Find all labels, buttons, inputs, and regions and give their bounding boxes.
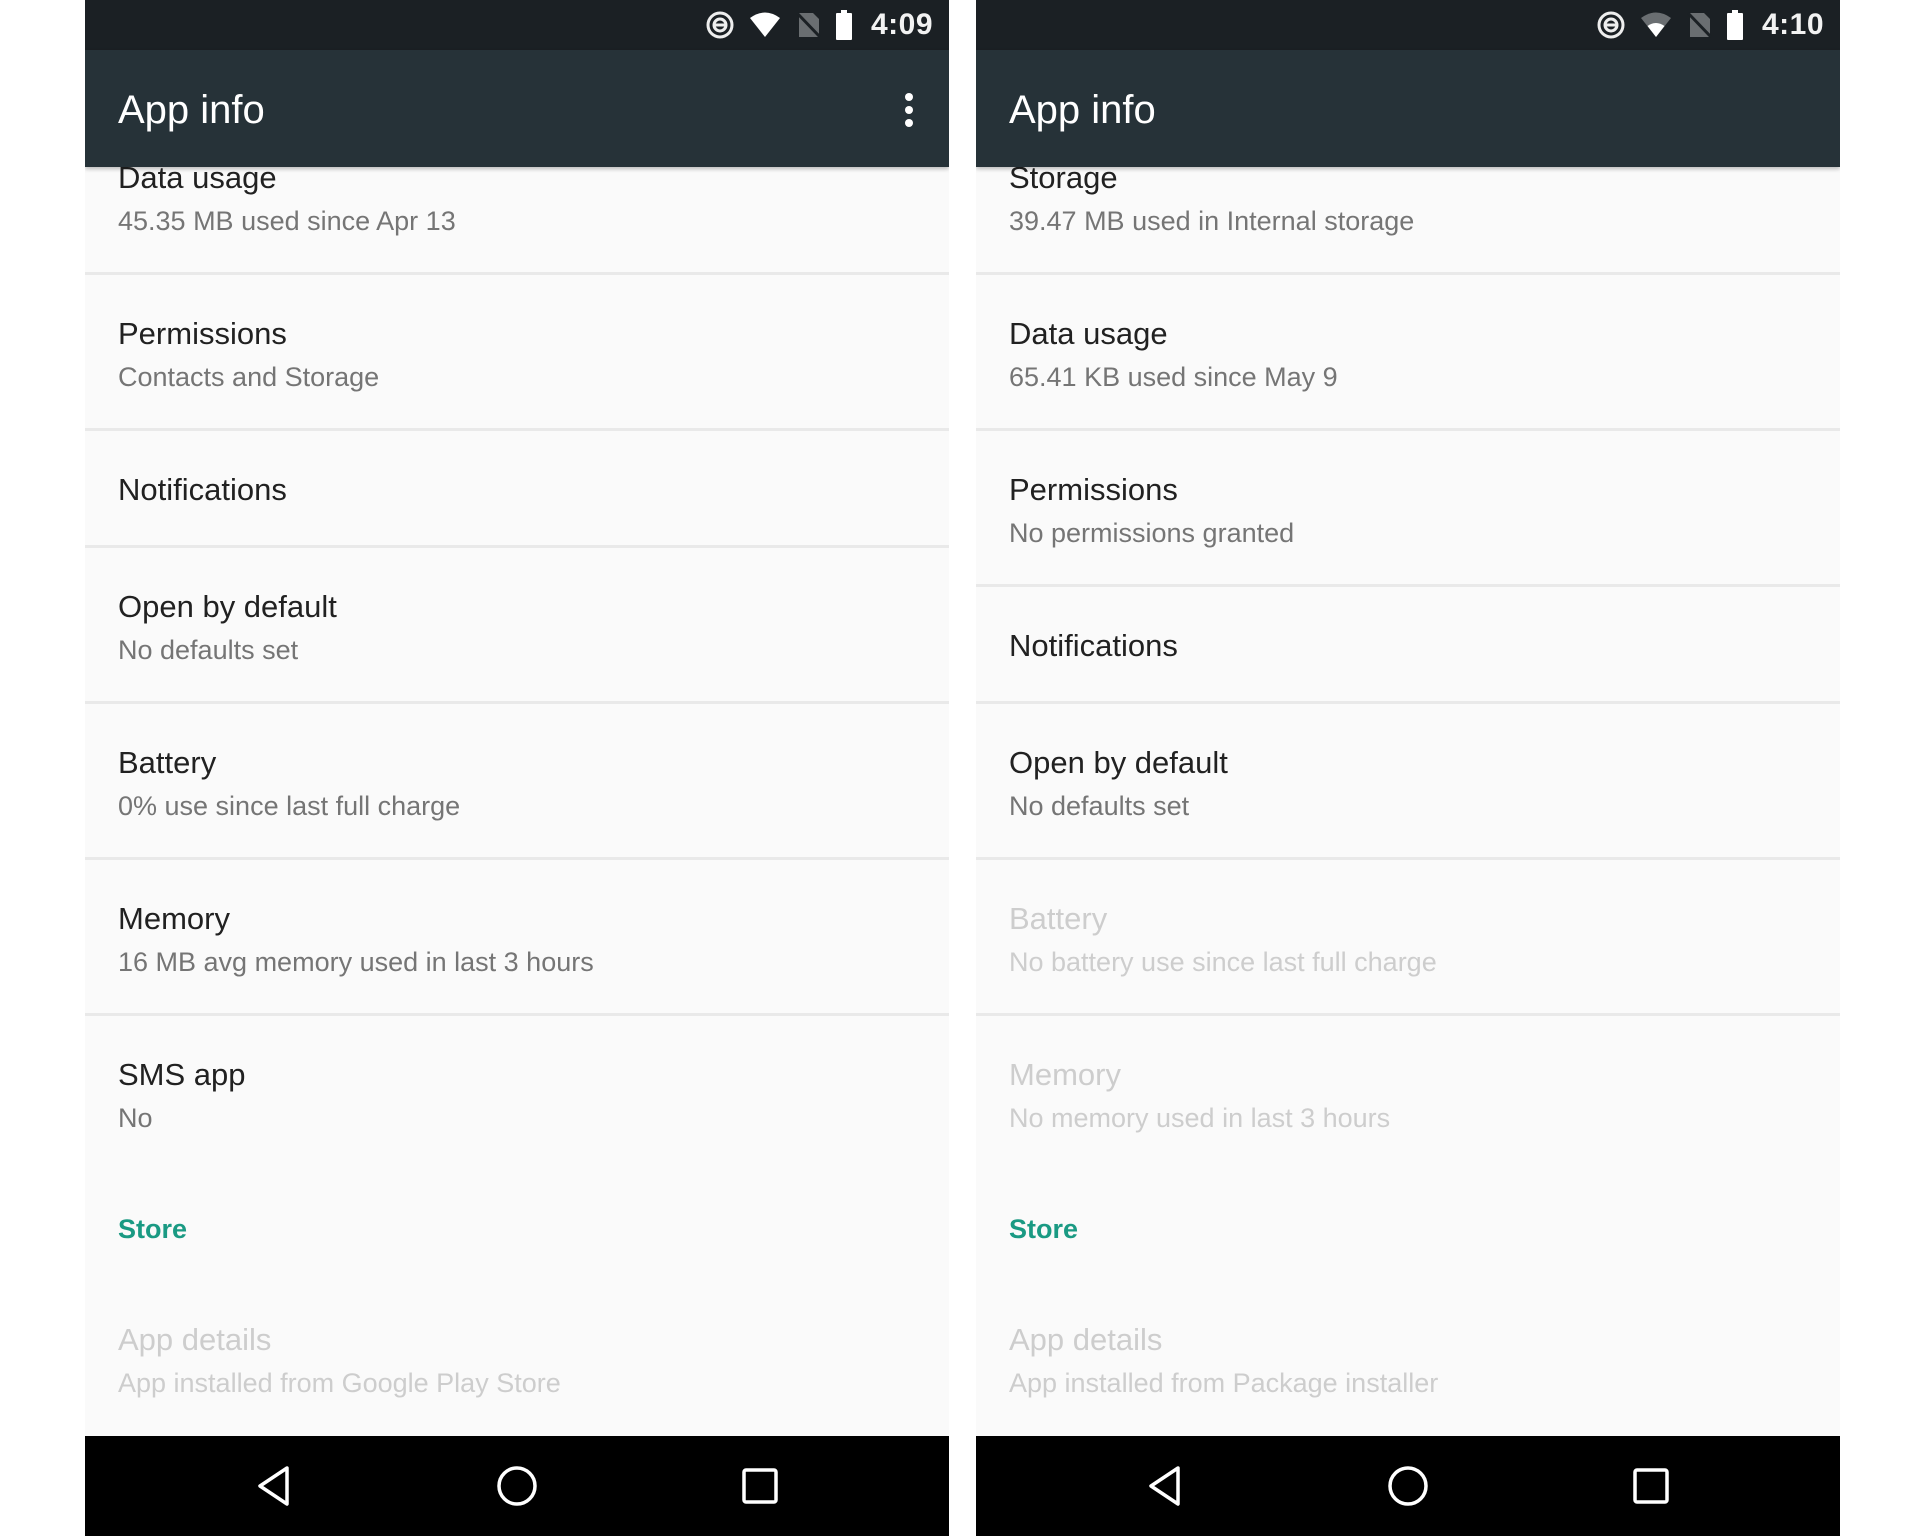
pref-summary: 0% use since last full charge [118,791,461,821]
navigation-bar [976,1436,1840,1536]
pref-summary: No defaults set [1009,791,1190,821]
wifi-icon [1640,11,1672,39]
pref-open-by-default[interactable]: Open by default No defaults set [85,548,949,704]
pref-title: Open by default [1009,745,1228,780]
back-icon [258,1466,289,1506]
pref-notifications[interactable]: Notifications [85,431,949,548]
home-icon [497,1466,537,1506]
pref-memory: Memory No memory used in last 3 hours [976,1016,1840,1172]
category-header-store: Store [85,1172,949,1281]
pref-title: Memory [118,901,230,936]
recents-icon [742,1468,778,1504]
more-options-button[interactable] [891,86,927,134]
home-button[interactable] [1348,1436,1468,1536]
pref-title: Battery [1009,901,1108,936]
category-header-store: Store [976,1172,1840,1281]
pref-permissions[interactable]: Permissions No permissions granted [976,431,1840,587]
navigation-bar [85,1436,949,1536]
pref-summary: Contacts and Storage [118,362,380,392]
back-icon [1149,1466,1180,1506]
status-time: 4:10 [1761,8,1824,41]
pref-title: App details [1009,1322,1163,1357]
pref-data-usage[interactable]: Data usage 45.35 MB used since Apr 13 [85,167,949,275]
pref-title: Open by default [118,589,337,624]
app-info-list[interactable]: Data usage 45.35 MB used since Apr 13 Pe… [85,167,949,1436]
page-title: App info [118,88,265,132]
no-sim-icon [1686,11,1712,39]
pref-summary: 45.35 MB used since Apr 13 [118,206,456,236]
pref-notifications[interactable]: Notifications [976,587,1840,704]
recents-button[interactable] [700,1436,820,1536]
status-bar: 4:10 [976,0,1840,50]
home-button[interactable] [457,1436,577,1536]
data-saver-icon [1596,10,1626,40]
pref-title: SMS app [118,1057,246,1092]
pref-title: Notifications [118,472,287,507]
pref-app-details: App details App installed from Package i… [976,1281,1840,1436]
pref-summary: No defaults set [118,635,299,665]
pref-summary: No battery use since last full charge [1009,947,1437,977]
pref-battery[interactable]: Battery 0% use since last full charge [85,704,949,860]
pref-sms-app[interactable]: SMS app No [85,1016,949,1172]
pref-app-details: App details App installed from Google Pl… [85,1281,949,1436]
phone-screen-left: 4:09 App info Data usage 45.35 MB used s… [85,0,949,1536]
pref-title: Permissions [118,316,287,351]
pref-title: Storage [1009,167,1118,195]
pref-title: Permissions [1009,472,1178,507]
status-bar: 4:09 [85,0,949,50]
recents-button[interactable] [1591,1436,1711,1536]
pref-summary: 65.41 KB used since May 9 [1009,362,1338,392]
category-title: Store [1009,1214,1079,1244]
pref-summary: No [118,1103,153,1133]
pref-data-usage[interactable]: Data usage 65.41 KB used since May 9 [976,275,1840,431]
pref-summary: 16 MB avg memory used in last 3 hours [118,947,594,977]
more-vert-icon-dot [905,106,913,114]
recents-icon [1633,1468,1669,1504]
more-vert-icon-dot [905,119,913,127]
pref-title: Notifications [1009,628,1178,663]
data-saver-icon [705,10,735,40]
app-bar: App info [85,50,949,167]
pref-title: Data usage [1009,316,1168,351]
battery-icon [1726,10,1744,40]
pref-memory[interactable]: Memory 16 MB avg memory used in last 3 h… [85,860,949,1016]
more-vert-icon [905,93,913,101]
category-title: Store [118,1214,188,1244]
pref-storage[interactable]: Storage 39.47 MB used in Internal storag… [976,167,1840,275]
phone-screen-right: 4:10 App info Storage 39.47 MB used in I… [976,0,1840,1536]
home-icon [1388,1466,1428,1506]
no-sim-icon [795,11,821,39]
page-title: App info [1009,88,1156,132]
pref-summary: 39.47 MB used in Internal storage [1009,206,1415,236]
pref-battery: Battery No battery use since last full c… [976,860,1840,1016]
app-bar: App info [976,50,1840,167]
app-info-list[interactable]: Storage 39.47 MB used in Internal storag… [976,167,1840,1436]
pref-title: Memory [1009,1057,1121,1092]
pref-summary: No permissions granted [1009,518,1295,548]
wifi-icon [749,11,781,39]
pref-open-by-default[interactable]: Open by default No defaults set [976,704,1840,860]
pref-summary: App installed from Package installer [1009,1368,1439,1398]
back-button[interactable] [1105,1436,1225,1536]
back-button[interactable] [214,1436,334,1536]
pref-summary: No memory used in last 3 hours [1009,1103,1391,1133]
battery-icon [835,10,853,40]
pref-title: Data usage [118,167,277,195]
pref-permissions[interactable]: Permissions Contacts and Storage [85,275,949,431]
pref-summary: App installed from Google Play Store [118,1368,561,1398]
status-time: 4:09 [870,8,933,41]
pref-title: App details [118,1322,272,1357]
pref-title: Battery [118,745,217,780]
